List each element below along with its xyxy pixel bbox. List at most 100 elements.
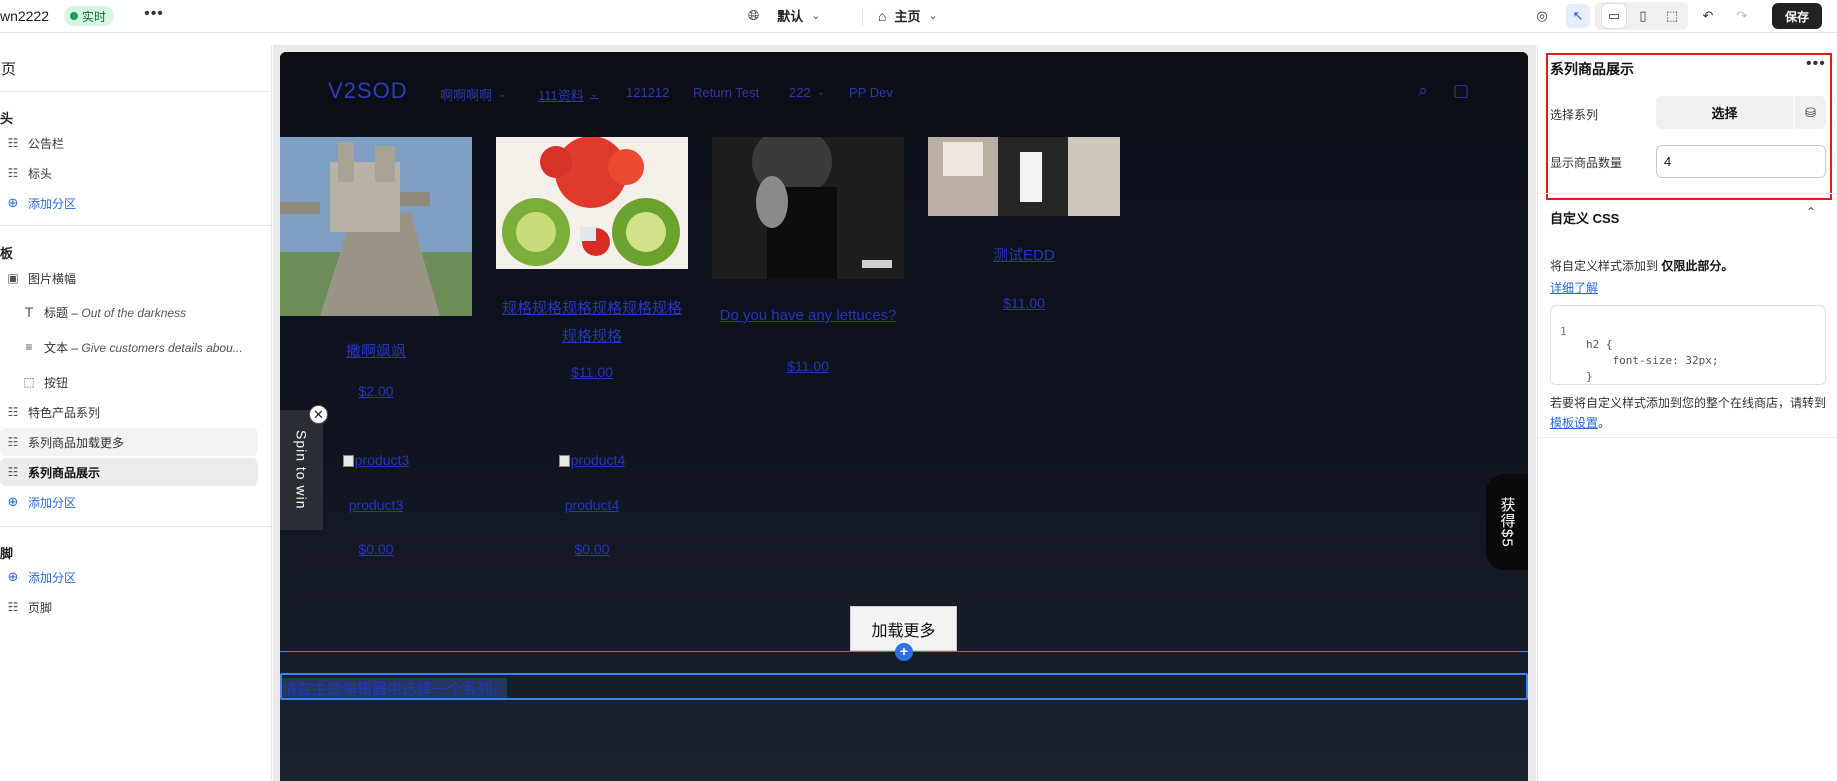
undo-icon[interactable]: ↶ <box>1696 4 1720 28</box>
settings-panel: 系列商品展示 ••• 选择系列 选择 ⛁ 显示商品数量 自定义 CSS ⌃ 将自… <box>1537 45 1837 781</box>
section-icon: ☷ <box>7 435 19 449</box>
save-button[interactable]: 保存 <box>1772 3 1822 29</box>
add-section-button[interactable]: ⊕ 添加分区 <box>0 189 258 217</box>
sidebar-item-label: 特色产品系列 <box>28 405 101 420</box>
sidebar-item-image-banner[interactable]: ▣ 图片横幅 <box>0 264 258 292</box>
mobile-icon[interactable]: ▯ <box>1631 4 1655 28</box>
nav-item[interactable]: 啊啊啊啊 ⌄ <box>440 85 506 104</box>
database-icon[interactable]: ⛁ <box>1795 96 1826 129</box>
css-code-editor[interactable]: 1 h2 { font-size: 32px; } <box>1550 305 1826 385</box>
product-image[interactable]: product4 <box>496 452 688 468</box>
divider <box>862 8 863 26</box>
nav-item[interactable]: Return Test <box>693 85 759 100</box>
spin-to-win-tab[interactable]: Spin to win <box>280 410 323 530</box>
product-title[interactable]: 规格规格规格规格规格规格规格规格 <box>496 295 688 351</box>
sidebar-item-label: 系列商品展示 <box>28 465 101 480</box>
store-logo[interactable]: V2SOD <box>328 78 408 104</box>
section-sidebar: 主页 页头 ☷ 公告栏 ☷ 标头 ⊕ 添加分区 模板 ▣ 图片横幅 T 标题 –… <box>0 45 272 781</box>
home-icon: ⌂ <box>878 7 887 24</box>
product-image[interactable] <box>712 132 904 279</box>
sidebar-item-collection-showcase[interactable]: ☷ 系列商品展示 <box>0 458 258 486</box>
divider <box>0 91 272 92</box>
template-group-label: 模板 <box>0 246 14 261</box>
nav-item[interactable]: PP Dev <box>849 85 893 100</box>
chevron-up-icon[interactable]: ⌃ <box>1806 205 1816 219</box>
more-options-icon[interactable]: ••• <box>1806 55 1826 73</box>
search-icon[interactable]: ⌕ <box>1412 80 1434 102</box>
sidebar-item-featured-collection[interactable]: ☷ 特色产品系列 <box>0 398 258 426</box>
broken-image-icon <box>558 455 570 467</box>
sidebar-item-header[interactable]: ☷ 标头 <box>0 159 258 187</box>
sidebar-item-label: 标头 <box>28 166 53 181</box>
learn-more-link[interactable]: 详细了解 <box>1550 279 1598 296</box>
nav-item[interactable]: 111资料 ⌄ <box>538 85 598 104</box>
product-price[interactable]: $0.00 <box>280 541 472 557</box>
sidebar-item-label: 图片横幅 <box>28 271 77 286</box>
reward-tab[interactable]: 获得$5 <box>1486 474 1528 570</box>
nav-label: 222 <box>789 85 811 100</box>
chevron-down-icon: ⌄ <box>589 89 599 100</box>
theme-settings-link[interactable]: 模板设置 <box>1550 416 1598 430</box>
product-count-input[interactable] <box>1656 145 1826 178</box>
selected-collection-section[interactable]: 请在主题编辑器中选择一个系列。 <box>280 673 1528 700</box>
plus-circle-icon: ⊕ <box>7 494 19 509</box>
add-section-plus-icon[interactable]: + <box>895 643 913 661</box>
divider <box>0 225 272 226</box>
product-image[interactable] <box>496 132 688 269</box>
collection-label: 选择系列 <box>1550 108 1599 122</box>
nav-item[interactable]: 121212 <box>626 85 669 100</box>
sidebar-item-announcement[interactable]: ☷ 公告栏 <box>0 129 258 157</box>
desktop-icon[interactable]: ▭ <box>1602 4 1626 28</box>
product-card[interactable]: 测试EDD $11.00 <box>928 132 1120 332</box>
product-price[interactable]: $0.00 <box>496 541 688 557</box>
block-item-button[interactable]: ⬚ 按钮 <box>0 368 258 396</box>
block-item-text[interactable]: ≡ 文本 – Give customers details abou... <box>0 333 258 361</box>
sidebar-item-label: 页脚 <box>28 600 53 615</box>
code-line: 1 h2 { <box>1551 312 1613 351</box>
code-line: font-size: 32px; <box>1551 328 1718 367</box>
nav-label: PP Dev <box>849 85 893 100</box>
add-section-label: 添加分区 <box>28 495 77 510</box>
add-section-button[interactable]: ⊕ 添加分区 <box>0 488 258 516</box>
plus-circle-icon: ⊕ <box>7 569 19 584</box>
nav-item[interactable]: 222 ⌄ <box>789 85 825 100</box>
code-text: font-size: 32px; <box>1586 354 1719 367</box>
add-section-button[interactable]: ⊕ 添加分区 <box>0 563 258 591</box>
product-title[interactable]: 测试EDD <box>928 242 1120 270</box>
product-image[interactable] <box>280 132 472 316</box>
product-image[interactable] <box>928 132 1120 216</box>
store-preview: 撒啊飒飒 $2.00 规格规格规格规格规格规格规格规格 $11.00 Do yo… <box>280 52 1528 781</box>
product-title[interactable]: 撒啊飒飒 <box>280 338 472 366</box>
broken-image-icon <box>342 455 354 467</box>
sidebar-item-footer[interactable]: ☷ 页脚 <box>0 593 258 621</box>
product-price[interactable]: $11.00 <box>928 295 1120 311</box>
sidebar-item-collection-load-more[interactable]: ☷ 系列商品加载更多 <box>0 428 258 456</box>
theme-selector[interactable]: 🌐︎ 默认 ⌄ <box>748 6 820 25</box>
section-icon: ☷ <box>7 405 19 419</box>
product-price[interactable]: $11.00 <box>712 358 904 374</box>
product-title[interactable]: Do you have any lettuces? <box>712 302 904 330</box>
select-cursor-icon[interactable]: ↖ <box>1566 4 1590 28</box>
section-icon: ☷ <box>7 600 19 614</box>
more-options-icon[interactable]: ••• <box>142 5 166 27</box>
fullscreen-icon[interactable]: ⬚ <box>1660 4 1684 28</box>
redo-icon[interactable]: ↷ <box>1730 4 1754 28</box>
live-label: 实时 <box>82 9 107 24</box>
block-item-heading[interactable]: T 标题 – Out of the darkness <box>0 298 258 326</box>
divider <box>0 526 272 527</box>
custom-css-title[interactable]: 自定义 CSS <box>1550 208 1619 227</box>
product-card[interactable]: 规格规格规格规格规格规格规格规格 $11.00 <box>496 132 688 472</box>
product-card[interactable]: Do you have any lettuces? $11.00 <box>712 132 904 472</box>
sidebar-item-label: 系列商品加载更多 <box>28 435 125 450</box>
page-selector[interactable]: ⌂ 主页 ⌄ <box>878 6 938 25</box>
product-price[interactable]: $2.00 <box>280 383 472 399</box>
product-title[interactable]: product4 <box>496 497 688 513</box>
preview-icon[interactable]: ◎ <box>1530 4 1554 28</box>
close-icon[interactable]: ✕ <box>309 405 328 424</box>
section-icon: ☷ <box>7 166 19 180</box>
text-heading-icon: T <box>24 304 34 320</box>
select-collection-button[interactable]: 选择 <box>1656 96 1793 129</box>
footer-group-label: 页脚 <box>0 546 14 561</box>
product-price[interactable]: $11.00 <box>496 364 688 380</box>
cart-icon[interactable]: ▢ <box>1450 80 1472 102</box>
